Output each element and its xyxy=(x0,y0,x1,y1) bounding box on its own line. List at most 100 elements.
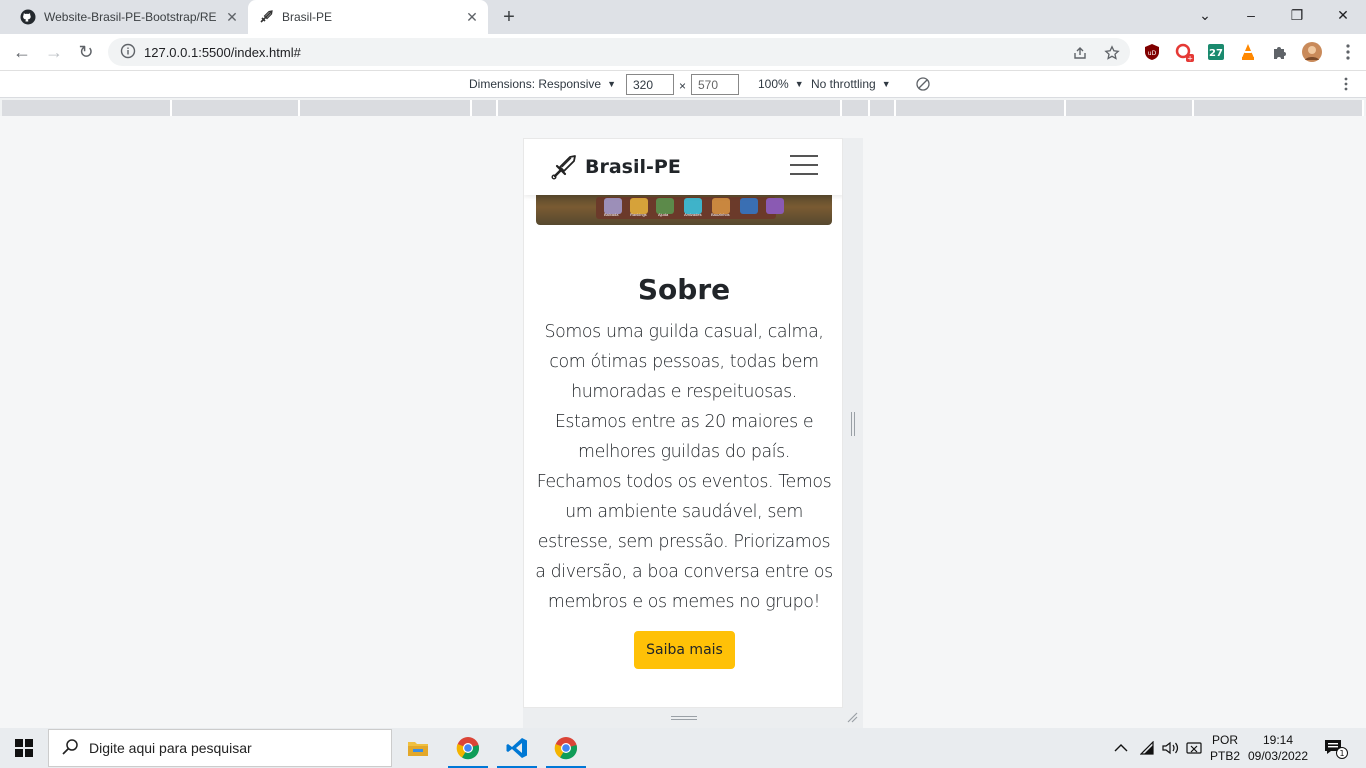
vscode-taskbar-icon[interactable] xyxy=(493,728,541,768)
tab-github-readme[interactable]: Website-Brasil-PE-Bootstrap/README ✕ xyxy=(8,0,248,34)
resize-handle-corner[interactable] xyxy=(846,711,858,723)
volume-icon[interactable] xyxy=(1162,728,1180,768)
browser-toolbar: ← → ↻ 127.0.0.1:5500/index.html# uD + 27 xyxy=(0,34,1366,70)
media-query-segment[interactable] xyxy=(2,100,172,116)
height-input[interactable] xyxy=(691,74,739,95)
tab-search-icon[interactable]: ⌄ xyxy=(1182,0,1228,30)
search-icon xyxy=(61,738,79,759)
network-icon[interactable] xyxy=(1140,728,1156,768)
share-icon[interactable] xyxy=(1070,43,1090,63)
system-clock[interactable]: 19:14 09/03/2022 xyxy=(1246,732,1310,764)
input-language-indicator[interactable]: POR PTB2 xyxy=(1208,732,1242,764)
banner-label: Ajuda xyxy=(658,212,669,217)
caret-down-icon: ▼ xyxy=(607,79,616,89)
chrome-taskbar-icon-2[interactable] xyxy=(542,728,590,768)
saiba-mais-button[interactable]: Saiba mais xyxy=(634,631,735,669)
banner-label: Rankings xyxy=(630,212,647,217)
keyboard-input-icon[interactable] xyxy=(1186,728,1202,768)
section-description: Somos uma guilda casual, calma, com ótim… xyxy=(535,322,833,612)
media-query-segment[interactable] xyxy=(472,100,498,116)
calendar-icon[interactable]: 27 xyxy=(1206,42,1226,62)
vlc-icon[interactable] xyxy=(1238,42,1258,62)
svg-text:+: + xyxy=(1187,55,1193,63)
media-query-segment[interactable] xyxy=(498,100,842,116)
sword-icon xyxy=(258,9,274,25)
brand-link[interactable]: Brasil-PE xyxy=(550,153,681,181)
brand-name: Brasil-PE xyxy=(585,156,681,178)
close-icon[interactable]: ✕ xyxy=(224,9,240,25)
chrome-menu-icon[interactable] xyxy=(1338,42,1358,62)
chrome-taskbar-icon[interactable] xyxy=(444,728,492,768)
file-explorer-icon[interactable] xyxy=(394,728,442,768)
banner-label: Amizades xyxy=(684,212,702,217)
media-query-segment[interactable] xyxy=(1066,100,1194,116)
caret-down-icon: ▼ xyxy=(881,79,891,89)
close-window-button[interactable]: ✕ xyxy=(1320,0,1366,30)
hamburger-menu-icon[interactable] xyxy=(790,155,818,179)
notification-center-icon[interactable]: 1 xyxy=(1322,728,1350,768)
device-toolbar: Dimensions: Responsive ▼ × 100% ▼ No thr… xyxy=(0,70,1366,98)
extensions-puzzle-icon[interactable] xyxy=(1270,42,1290,62)
section-title: Sobre xyxy=(637,273,731,306)
banner-icon xyxy=(766,198,784,214)
hero-banner-image: Baixada Rankings Ajuda Amizades Bauzinho… xyxy=(536,195,832,225)
tab-strip: Website-Brasil-PE-Bootstrap/README ✕ Bra… xyxy=(0,0,1366,34)
banner-icon xyxy=(740,198,758,214)
media-query-segment[interactable] xyxy=(896,100,1066,116)
media-query-bar xyxy=(0,100,1366,116)
forward-button[interactable]: → xyxy=(42,40,66,64)
media-query-segment[interactable] xyxy=(842,100,870,116)
clock-time: 19:14 xyxy=(1262,733,1294,747)
address-bar[interactable]: 127.0.0.1:5500/index.html# xyxy=(108,38,1130,66)
svg-text:uD: uD xyxy=(1148,50,1157,57)
back-button[interactable]: ← xyxy=(10,40,34,64)
tab-title: Website-Brasil-PE-Bootstrap/README xyxy=(44,10,216,24)
url-text: 127.0.0.1:5500/index.html# xyxy=(144,44,301,60)
caret-down-icon: ▼ xyxy=(794,79,804,89)
new-tab-button[interactable]: + xyxy=(498,6,520,28)
media-query-segment[interactable] xyxy=(172,100,300,116)
device-more-options-icon[interactable] xyxy=(1344,77,1348,91)
width-input[interactable] xyxy=(626,74,674,95)
bookmark-star-icon[interactable] xyxy=(1102,43,1122,63)
tab-title: Brasil-PE xyxy=(282,10,333,24)
times-icon: × xyxy=(679,79,687,93)
rotate-icon[interactable] xyxy=(915,76,931,92)
dimensions-label: Dimensions: Responsive xyxy=(469,77,602,91)
media-query-segment[interactable] xyxy=(300,100,472,116)
throttling-label: No throttling xyxy=(811,77,876,91)
windows-start-icon[interactable] xyxy=(0,728,48,768)
info-icon[interactable] xyxy=(120,43,136,62)
opera-addon-icon[interactable]: + xyxy=(1174,42,1194,62)
zoom-label: 100% xyxy=(758,77,789,91)
site-navbar: Brasil-PE xyxy=(524,139,842,195)
show-hidden-icons[interactable] xyxy=(1114,728,1128,768)
ublock-icon[interactable]: uD xyxy=(1142,42,1162,62)
resize-handle-right[interactable] xyxy=(851,412,855,436)
close-icon[interactable]: ✕ xyxy=(464,9,480,25)
sword-icon xyxy=(550,153,578,181)
resize-handle-bottom[interactable] xyxy=(671,716,697,720)
profile-avatar[interactable] xyxy=(1302,42,1322,62)
keyboard-layout: PTB2 xyxy=(1209,749,1240,763)
dimensions-dropdown[interactable]: Dimensions: Responsive ▼ xyxy=(469,77,616,91)
taskbar-search-input[interactable]: Digite aqui para pesquisar xyxy=(48,729,392,767)
notification-count: 1 xyxy=(1339,749,1344,758)
windows-taskbar: Digite aqui para pesquisar POR PTB2 19:1… xyxy=(0,728,1366,768)
media-query-segment[interactable] xyxy=(870,100,896,116)
language-code: POR xyxy=(1211,733,1238,747)
banner-label: Baixada xyxy=(604,212,619,217)
tab-brasil-pe[interactable]: Brasil-PE ✕ xyxy=(248,0,488,34)
restore-button[interactable]: ❐ xyxy=(1274,0,1320,30)
calendar-badge: 27 xyxy=(1209,48,1223,59)
clock-date: 09/03/2022 xyxy=(1247,749,1309,763)
zoom-dropdown[interactable]: 100% ▼ xyxy=(758,77,804,91)
media-query-segment[interactable] xyxy=(1194,100,1364,116)
search-placeholder: Digite aqui para pesquisar xyxy=(89,740,252,756)
throttling-dropdown[interactable]: No throttling ▼ xyxy=(811,77,891,91)
github-icon xyxy=(20,9,36,25)
reload-button[interactable]: ↻ xyxy=(74,40,98,64)
banner-label: Bauzinhos xyxy=(711,212,730,217)
device-viewport: Brasil-PE Baixada Rankings Ajuda Amizade… xyxy=(523,138,843,708)
minimize-button[interactable]: – xyxy=(1228,0,1274,30)
